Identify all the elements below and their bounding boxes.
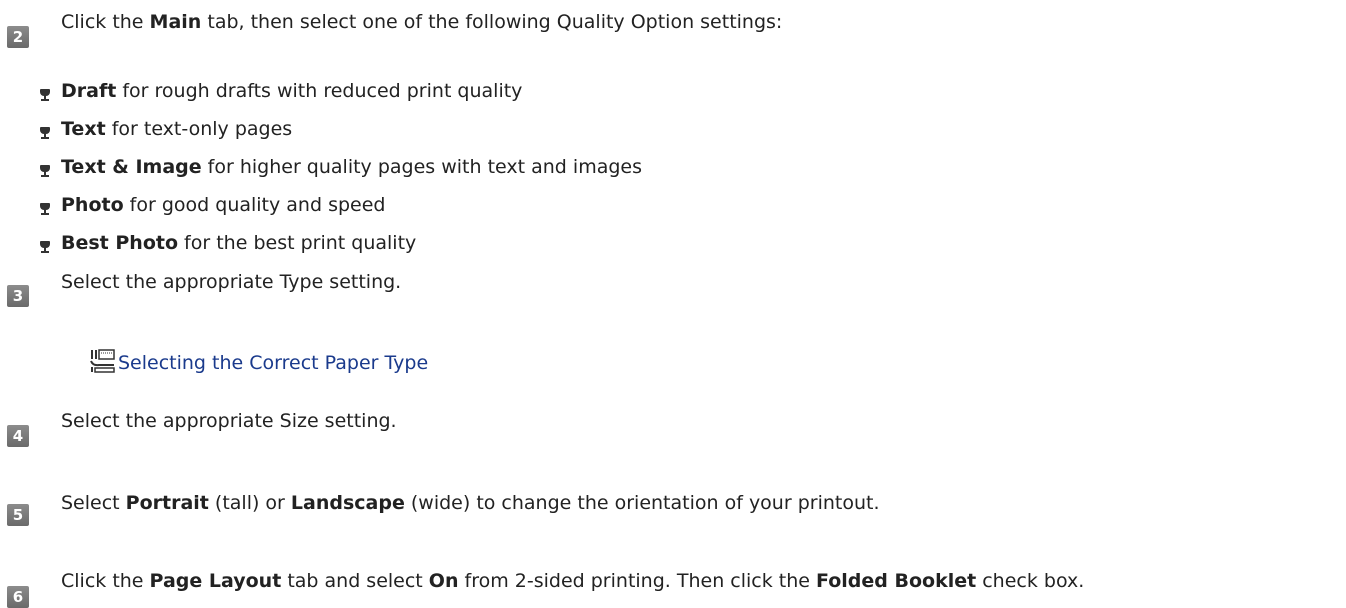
step-number-badge: 2 <box>7 26 29 48</box>
step-4-text: Select the appropriate Size setting. <box>61 410 397 432</box>
step-number-badge: 4 <box>7 425 29 447</box>
bullet-icon <box>40 127 50 139</box>
paper-type-link[interactable]: Selecting the Correct Paper Type <box>118 351 428 375</box>
step-number-badge: 6 <box>7 586 29 608</box>
step-2-text: Click the Main tab, then select one of t… <box>61 11 783 33</box>
reference-link-icon[interactable] <box>90 349 116 373</box>
bullet-icon <box>40 203 50 215</box>
bullet-icon <box>40 241 50 253</box>
bullet-icon <box>40 89 50 101</box>
step-5-text: Select Portrait (tall) or Landscape (wid… <box>61 492 880 514</box>
step-6-text: Click the Page Layout tab and select On … <box>61 570 1085 592</box>
bullet-icon <box>40 165 50 177</box>
step-number-badge: 3 <box>7 285 29 307</box>
step-number-badge: 5 <box>7 504 29 526</box>
step-3-text: Select the appropriate Type setting. <box>61 271 402 293</box>
